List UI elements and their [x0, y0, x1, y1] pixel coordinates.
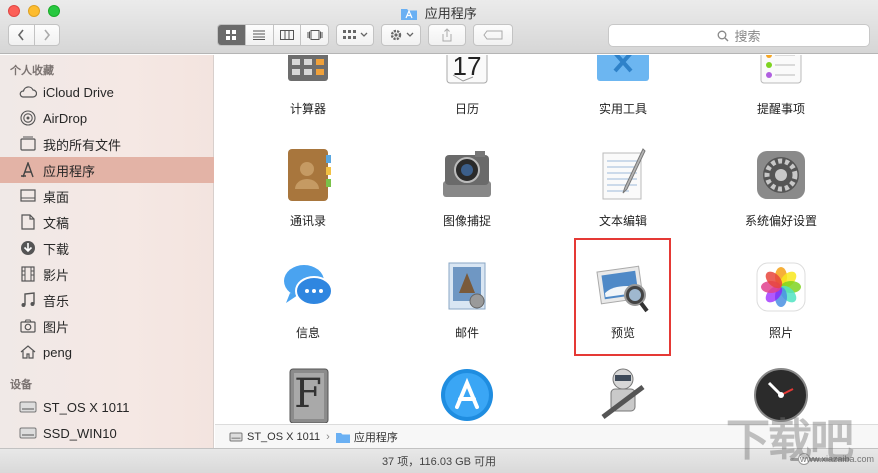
search-icon	[718, 30, 729, 41]
sidebar-item-disk-ssd-win10[interactable]: SSD_WIN10	[0, 420, 214, 446]
disk-icon	[18, 398, 38, 416]
utilities-folder-icon	[597, 55, 649, 81]
sidebar-item-movies[interactable]: 影片	[0, 261, 214, 287]
watermark-url: www.xiazaiba.com	[800, 454, 875, 464]
cover-flow-icon	[307, 30, 323, 40]
status-text: 37 项，116.03 GB 可用	[381, 456, 497, 468]
applications-icon	[18, 161, 38, 179]
chevron-down-icon	[406, 32, 413, 37]
column-view-button[interactable]	[274, 25, 302, 45]
mail-icon	[448, 262, 486, 310]
airdrop-icon	[18, 109, 38, 127]
path-folder[interactable]: 应用程序	[354, 429, 398, 445]
tag-icon	[483, 30, 503, 40]
icon-view-button[interactable]	[218, 25, 246, 45]
gear-icon	[390, 29, 401, 41]
app-store-icon	[441, 369, 493, 421]
desktop-icon	[18, 187, 38, 205]
app-calculator[interactable]: 计算器	[248, 55, 368, 125]
applications-folder-icon	[401, 9, 418, 20]
font-book-glyph: F	[294, 371, 322, 417]
contacts-icon	[288, 149, 331, 201]
sidebar: 个人收藏 iCloud Drive AirDrop 我的所有文件 应用程序 桌面…	[0, 55, 214, 473]
textedit-icon	[602, 148, 646, 200]
sidebar-item-airdrop[interactable]: AirDrop	[0, 105, 214, 131]
automator-icon	[601, 368, 645, 419]
downloads-icon	[18, 239, 38, 257]
share-button[interactable]	[428, 24, 466, 46]
app-calendar[interactable]: 17 日历	[407, 55, 527, 125]
sidebar-item-home[interactable]: peng	[0, 339, 214, 365]
calendar-day: 17	[452, 55, 482, 81]
app-system-preferences[interactable]: 系统偏好设置	[721, 143, 841, 233]
applications-folder-icon	[335, 432, 350, 443]
path-disk[interactable]: ST_OS X 1011	[247, 431, 320, 443]
app-grid: 计算器 17 日历 实用工具 提醒事项 通讯录 图像捕捉 文本编辑 系统偏好设置…	[215, 55, 878, 424]
arrange-grid-icon	[342, 30, 356, 39]
sidebar-item-disk-st-os-x[interactable]: ST_OS X 1011	[0, 394, 214, 420]
sidebar-item-downloads[interactable]: 下载	[0, 235, 214, 261]
favorites-header: 个人收藏	[10, 65, 54, 77]
chevron-right-icon	[44, 29, 50, 41]
window-title: 应用程序	[0, 3, 878, 22]
view-mode-control	[217, 24, 329, 46]
arrange-button[interactable]	[336, 24, 374, 46]
toolbar: 应用程序 搜索	[0, 0, 878, 54]
app-contacts[interactable]: 通讯录	[248, 143, 368, 233]
search-field[interactable]: 搜索	[608, 24, 870, 47]
app-reminders[interactable]: 提醒事项	[721, 55, 841, 125]
share-icon	[442, 28, 452, 42]
app-mail[interactable]: 邮件	[407, 255, 527, 345]
back-forward-control	[8, 24, 60, 46]
devices-header: 设备	[10, 379, 32, 391]
disk-icon	[18, 424, 38, 442]
path-separator: ›	[326, 430, 330, 443]
columns-icon	[279, 30, 294, 40]
app-textedit[interactable]: 文本编辑	[563, 143, 683, 233]
app-photos[interactable]: 照片	[721, 255, 841, 345]
messages-icon	[284, 265, 333, 306]
calculator-icon	[288, 55, 328, 81]
home-icon	[18, 343, 38, 361]
app-app-store[interactable]	[407, 367, 527, 424]
cover-flow-view-button[interactable]	[301, 25, 328, 45]
app-font-book[interactable]: F	[248, 367, 368, 424]
disk-icon	[229, 432, 243, 441]
reminders-icon	[760, 55, 802, 84]
sidebar-item-documents[interactable]: 文稿	[0, 209, 214, 235]
app-messages[interactable]: 信息	[248, 255, 368, 345]
music-icon	[18, 291, 38, 309]
sidebar-item-music[interactable]: 音乐	[0, 287, 214, 313]
sidebar-item-all-files[interactable]: 我的所有文件	[0, 131, 214, 157]
app-automator[interactable]	[563, 367, 683, 424]
grid-icon	[226, 30, 237, 40]
app-image-capture[interactable]: 图像捕捉	[407, 143, 527, 233]
app-utilities[interactable]: 实用工具	[563, 55, 683, 125]
camera-icon	[18, 317, 38, 335]
sidebar-item-desktop[interactable]: 桌面	[0, 183, 214, 209]
finder-window: 应用程序 搜索 个人收藏 iCloud Drive AirDrop 我的所有文件…	[0, 0, 878, 473]
sidebar-item-applications[interactable]: 应用程序	[0, 157, 214, 183]
all-files-icon	[18, 135, 38, 153]
sidebar-item-pictures[interactable]: 图片	[0, 313, 214, 339]
movies-icon	[18, 265, 38, 283]
chevron-down-icon	[360, 32, 367, 37]
chevron-left-icon	[18, 29, 24, 41]
system-preferences-icon	[757, 151, 805, 199]
image-capture-icon	[443, 151, 491, 197]
photos-icon	[756, 262, 806, 312]
forward-button[interactable]	[35, 25, 60, 45]
preview-highlight-box	[574, 238, 671, 356]
search-placeholder: 搜索	[734, 29, 761, 44]
documents-icon	[18, 213, 38, 231]
back-button[interactable]	[9, 25, 35, 45]
list-view-button[interactable]	[246, 25, 274, 45]
action-button[interactable]	[381, 24, 421, 46]
list-icon	[253, 30, 266, 40]
tag-button[interactable]	[473, 24, 513, 46]
cloud-icon	[18, 83, 38, 101]
sidebar-item-icloud-drive[interactable]: iCloud Drive	[0, 79, 214, 105]
